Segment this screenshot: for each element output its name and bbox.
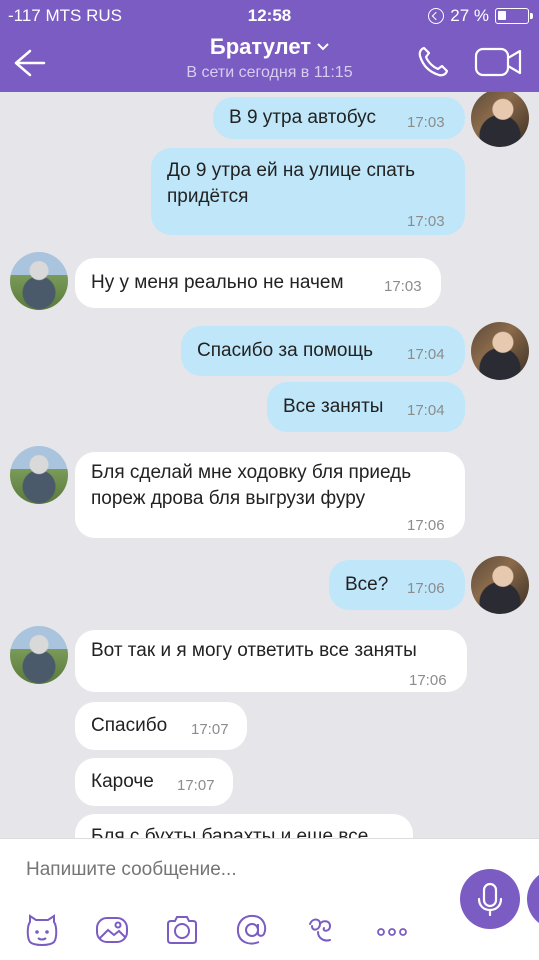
gallery-icon[interactable] xyxy=(94,912,130,948)
message-time: 17:06 xyxy=(407,580,445,597)
message-time: 17:07 xyxy=(177,777,215,794)
message-outgoing[interactable]: Спасибо за помощь 17:04 xyxy=(181,326,465,376)
message-incoming[interactable]: Бля сделай мне ходовку бля приедь пореж … xyxy=(75,452,465,538)
message-time: 17:04 xyxy=(407,346,445,363)
my-avatar xyxy=(471,556,529,614)
contact-status: В сети сегодня в 11:15 xyxy=(186,64,353,81)
my-avatar xyxy=(471,92,529,147)
message-text: Ну у меня реально не начем xyxy=(91,272,344,293)
message-line: пореж дрова бля выгрузи фуру xyxy=(91,488,366,509)
message-text: Бля с бухты барахты и еще все xyxy=(91,826,369,838)
rotation-lock-icon xyxy=(428,8,445,24)
contact-avatar[interactable] xyxy=(10,626,68,684)
contact-avatar[interactable] xyxy=(10,252,68,310)
message-time: 17:03 xyxy=(384,278,422,295)
status-bar: -117 MTS RUS 12:58 27 % xyxy=(0,6,539,26)
message-time: 17:03 xyxy=(407,114,445,131)
more-icon[interactable] xyxy=(374,912,410,948)
video-call-icon[interactable] xyxy=(474,46,522,78)
doodle-icon[interactable] xyxy=(304,912,340,948)
chevron-down-icon xyxy=(317,43,329,51)
contact-avatar[interactable] xyxy=(10,446,68,504)
message-time: 17:03 xyxy=(407,213,445,230)
contact-info[interactable]: Братулет В сети сегодня в 11:15 xyxy=(0,34,539,82)
phone-icon[interactable] xyxy=(416,45,450,79)
message-line: Бля сделай мне ходовку бля приедь xyxy=(91,462,412,483)
message-text: Все заняты xyxy=(283,396,384,417)
status-right: 27 % xyxy=(428,6,533,26)
message-text: До 9 утра ей на улице спать придётся xyxy=(167,158,449,210)
message-incoming[interactable]: Спасибо 17:07 xyxy=(75,702,247,750)
camera-icon[interactable] xyxy=(164,912,200,948)
message-time: 17:04 xyxy=(407,402,445,419)
microphone-icon xyxy=(477,882,503,917)
message-text: Спасибо за помощь xyxy=(197,340,373,361)
message-incoming[interactable]: Ну у меня реально не начем 17:03 xyxy=(75,258,441,308)
message-text: Все? xyxy=(345,574,389,595)
message-outgoing[interactable]: Все заняты 17:04 xyxy=(267,382,465,432)
battery-percent: 27 % xyxy=(450,6,489,25)
message-incoming[interactable]: Бля с бухты барахты и еще все xyxy=(75,814,413,838)
my-avatar xyxy=(471,322,529,380)
message-input[interactable] xyxy=(26,859,446,881)
message-outgoing[interactable]: Все? 17:06 xyxy=(329,560,465,610)
message-time: 17:07 xyxy=(191,721,229,738)
message-incoming[interactable]: Вот так и я могу ответить все заняты 17:… xyxy=(75,630,467,692)
chat-header: -117 MTS RUS 12:58 27 % Братулет В сети … xyxy=(0,0,539,92)
message-outgoing[interactable]: В 9 утра автобус 17:03 xyxy=(213,97,465,139)
message-line: придётся xyxy=(167,186,249,207)
message-text: Бля сделай мне ходовку бля приедь пореж … xyxy=(91,460,449,512)
message-text: В 9 утра автобус xyxy=(229,107,376,128)
message-text: Кароче xyxy=(91,771,154,792)
message-line: До 9 утра ей на улице спать xyxy=(167,160,416,181)
message-time: 17:06 xyxy=(407,517,445,534)
message-outgoing[interactable]: До 9 утра ей на улице спать придётся 17:… xyxy=(151,148,465,235)
message-incoming[interactable]: Кароче 17:07 xyxy=(75,758,233,806)
battery-icon xyxy=(495,8,533,24)
mention-icon[interactable] xyxy=(234,912,270,948)
contact-name-row[interactable]: Братулет xyxy=(210,34,329,60)
contact-name: Братулет xyxy=(209,34,312,59)
message-list[interactable]: В 9 утра автобус 17:03 До 9 утра ей на у… xyxy=(0,92,539,838)
message-text: Спасибо xyxy=(91,715,168,736)
message-time: 17:06 xyxy=(409,672,447,689)
voice-message-button[interactable] xyxy=(460,869,520,929)
sticker-icon[interactable] xyxy=(24,912,60,948)
message-text: Вот так и я могу ответить все заняты xyxy=(91,640,417,661)
